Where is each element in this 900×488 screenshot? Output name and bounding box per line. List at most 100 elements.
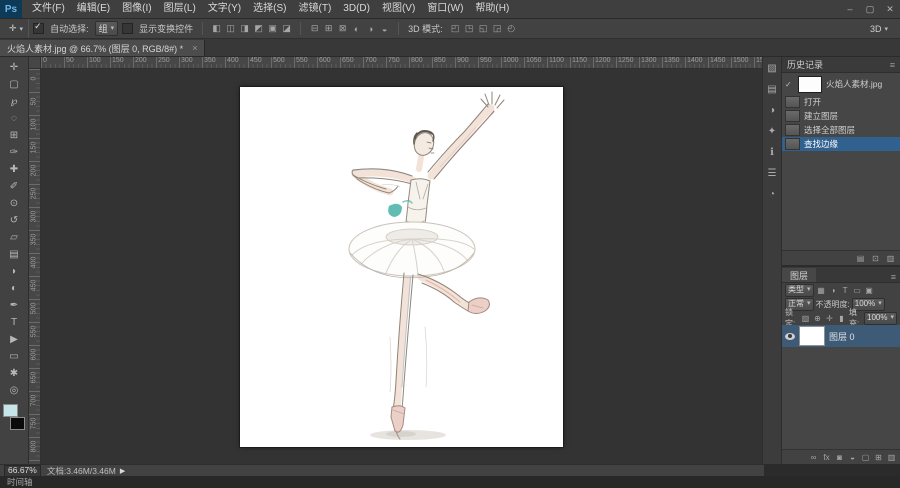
pen-tool[interactable]: ✒ xyxy=(2,297,26,314)
history-brush-source-icon[interactable]: ✓ xyxy=(785,80,794,89)
menu-item-8[interactable]: 视图(V) xyxy=(376,0,421,18)
filter-shape-icon[interactable]: ▭ xyxy=(852,285,863,296)
distribute-vcenter-icon[interactable]: ⊞ xyxy=(322,22,335,35)
menu-item-7[interactable]: 3D(D) xyxy=(337,0,376,18)
properties-panel-icon[interactable]: ☰ xyxy=(766,167,779,180)
tab-layers[interactable]: 图层 xyxy=(782,268,817,282)
filter-pixel-icon[interactable]: ▦ xyxy=(816,285,827,296)
healing-brush-tool[interactable]: ✚ xyxy=(2,161,26,178)
path-select-tool[interactable]: ▶ xyxy=(2,331,26,348)
distribute-top-icon[interactable]: ⊟ xyxy=(308,22,321,35)
gradient-tool[interactable]: ▤ xyxy=(2,246,26,263)
new-layer-icon[interactable]: ⊞ xyxy=(873,452,884,463)
hand-tool[interactable]: ✱ xyxy=(2,365,26,382)
new-doc-from-state-icon[interactable]: ▤ xyxy=(855,253,866,264)
3d-drag-icon[interactable]: ◱ xyxy=(477,22,490,35)
document-tab[interactable]: 火焰人素材.jpg @ 66.7% (图层 0, RGB/8#) * × xyxy=(0,40,206,56)
3d-roll-icon[interactable]: ◳ xyxy=(463,22,476,35)
swatches-panel-icon[interactable]: ▤ xyxy=(766,83,779,96)
eraser-tool[interactable]: ▱ xyxy=(2,229,26,246)
lasso-tool[interactable]: ℘ xyxy=(2,93,26,110)
fill-dropdown[interactable]: 100% ▾ xyxy=(864,311,897,325)
delete-layer-icon[interactable]: ▥ xyxy=(886,452,897,463)
crop-tool[interactable]: ⊞ xyxy=(2,127,26,144)
layer-mask-icon[interactable]: ◙ xyxy=(834,452,845,463)
document-canvas[interactable] xyxy=(240,86,563,447)
new-snapshot-icon[interactable]: ⊡ xyxy=(870,253,881,264)
menu-item-0[interactable]: 文件(F) xyxy=(26,0,71,18)
adjustment-layer-icon[interactable]: ◒ xyxy=(847,452,858,463)
shape-tool[interactable]: ▭ xyxy=(2,348,26,365)
history-snapshot-row[interactable]: ✓ 火焰人素材.jpg xyxy=(782,73,900,95)
distribute-hcenter-icon[interactable]: ◑ xyxy=(364,22,377,35)
align-vcenter-icon[interactable]: ◫ xyxy=(224,22,237,35)
minimize-button[interactable]: – xyxy=(840,0,860,18)
brush-tool[interactable]: ✐ xyxy=(2,178,26,195)
eyedropper-tool[interactable]: ✑ xyxy=(2,144,26,161)
dodge-tool[interactable]: ◐ xyxy=(2,280,26,297)
styles-panel-icon[interactable]: ✦ xyxy=(766,125,779,138)
menu-item-9[interactable]: 窗口(W) xyxy=(421,0,469,18)
lock-pixels-icon[interactable]: ⊕ xyxy=(812,313,823,324)
show-transform-checkbox[interactable] xyxy=(122,23,134,34)
history-state-row[interactable]: 打开 xyxy=(782,95,900,109)
menu-item-6[interactable]: 滤镜(T) xyxy=(293,0,338,18)
zoom-level-field[interactable]: 66.67% xyxy=(4,464,41,477)
link-layers-icon[interactable]: ∞ xyxy=(808,452,819,463)
panel-menu-icon[interactable]: ≡ xyxy=(890,60,895,70)
lock-all-icon[interactable]: ▮ xyxy=(836,313,847,324)
align-top-icon[interactable]: ◧ xyxy=(210,22,223,35)
tab-timeline[interactable]: 时间轴 xyxy=(7,476,33,488)
tool-preset-picker[interactable]: ✛ ▾ xyxy=(4,19,30,38)
quick-select-tool[interactable]: ◌ xyxy=(2,110,26,127)
zoom-tool[interactable]: ◎ xyxy=(2,382,26,399)
info-panel-icon[interactable]: ℹ xyxy=(766,146,779,159)
tab-close-icon[interactable]: × xyxy=(192,43,197,53)
align-right-icon[interactable]: ◪ xyxy=(280,22,293,35)
color-panel-icon[interactable]: ▧ xyxy=(766,62,779,75)
filter-smart-object-icon[interactable]: ▣ xyxy=(864,285,875,296)
panel-menu-icon[interactable]: ≡ xyxy=(891,272,896,282)
history-state-row[interactable]: 选择全部图层 xyxy=(782,123,900,137)
menu-item-1[interactable]: 编辑(E) xyxy=(71,0,116,18)
foreground-color-swatch[interactable] xyxy=(3,404,18,417)
menu-item-4[interactable]: 文字(Y) xyxy=(202,0,247,18)
align-bottom-icon[interactable]: ◨ xyxy=(238,22,251,35)
3d-rotate-icon[interactable]: ◰ xyxy=(449,22,462,35)
type-tool[interactable]: T xyxy=(2,314,26,331)
clone-stamp-tool[interactable]: ⊙ xyxy=(2,195,26,212)
3d-slide-icon[interactable]: ◲ xyxy=(491,22,504,35)
lock-position-icon[interactable]: ✛ xyxy=(824,313,835,324)
delete-state-icon[interactable]: ▥ xyxy=(885,253,896,264)
distribute-bottom-icon[interactable]: ⊠ xyxy=(336,22,349,35)
close-button[interactable]: ✕ xyxy=(880,0,900,18)
menu-item-10[interactable]: 帮助(H) xyxy=(469,0,515,18)
marquee-tool[interactable]: ▢ xyxy=(2,76,26,93)
blur-tool[interactable]: ◗ xyxy=(2,263,26,280)
channels-panel-icon[interactable]: ◔ xyxy=(766,188,779,201)
align-left-icon[interactable]: ◩ xyxy=(252,22,265,35)
layer-group-icon[interactable]: ▢ xyxy=(860,452,871,463)
background-color-swatch[interactable] xyxy=(10,417,25,430)
layer-style-icon[interactable]: fx xyxy=(821,452,832,463)
vertical-ruler[interactable]: 0 50 100 150 200 250 300 350 400 450 500 550 600 650 7… xyxy=(29,69,41,464)
filter-adjustment-icon[interactable]: ◑ xyxy=(828,285,839,296)
menu-item-2[interactable]: 图像(I) xyxy=(116,0,157,18)
history-brush-tool[interactable]: ↺ xyxy=(2,212,26,229)
align-hcenter-icon[interactable]: ▣ xyxy=(266,22,279,35)
filter-type-icon[interactable]: T xyxy=(840,285,851,296)
history-state-row[interactable]: 查找边缘 xyxy=(782,137,900,151)
workspace-switcher[interactable]: 3D ▾ xyxy=(862,24,896,34)
horizontal-ruler[interactable]: 0 50 100 150 200 250 300 350 400 450 500 550 600 650 7… xyxy=(41,57,762,69)
3d-scale-icon[interactable]: ◴ xyxy=(505,22,518,35)
auto-select-checkbox[interactable] xyxy=(33,21,45,34)
status-popup-arrow-icon[interactable]: ▶ xyxy=(120,467,125,475)
canvas-viewport[interactable] xyxy=(41,69,762,464)
history-state-row[interactable]: 建立图层 xyxy=(782,109,900,123)
adjustments-panel-icon[interactable]: ◑ xyxy=(766,104,779,117)
layer-visibility-eye-icon[interactable] xyxy=(785,332,795,340)
auto-select-dropdown[interactable]: 组 ▾ xyxy=(94,21,119,36)
distribute-right-icon[interactable]: ◒ xyxy=(378,22,391,35)
menu-item-3[interactable]: 图层(L) xyxy=(158,0,202,18)
menu-item-5[interactable]: 选择(S) xyxy=(247,0,292,18)
